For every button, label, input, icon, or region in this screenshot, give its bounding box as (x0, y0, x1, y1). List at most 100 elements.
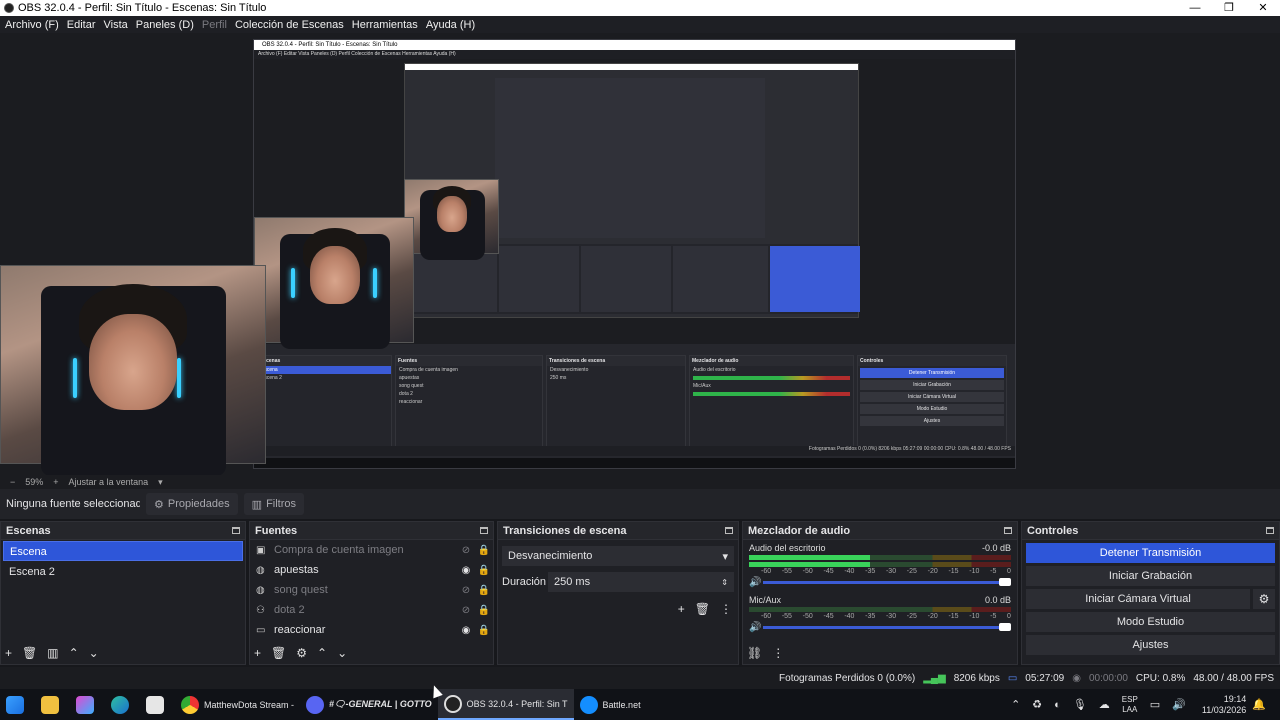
duration-spinbox[interactable]: 250 ms ⇕ (548, 572, 734, 592)
undock-icon[interactable] (232, 527, 240, 534)
slider-handle[interactable] (999, 578, 1011, 586)
start-recording-button[interactable]: Iniciar Grabación (1026, 566, 1275, 586)
filters-button[interactable]: ▥ Filtros (243, 493, 305, 515)
menu-paneles[interactable]: Paneles (D) (136, 19, 194, 31)
start-button[interactable] (0, 689, 35, 720)
stop-stream-button[interactable]: Detener Transmisión (1026, 543, 1275, 563)
gear-icon[interactable]: ⚙ (296, 646, 307, 660)
preview-canvas[interactable]: OBS 32.0.4 - Perfil: Sin Título - Escena… (0, 33, 1280, 476)
eye-icon[interactable]: ◉ (457, 565, 475, 576)
trash-icon[interactable]: 🗑 (22, 646, 37, 660)
nested-settings: Ajustes (860, 416, 1004, 426)
eye-icon[interactable]: ◉ (457, 625, 475, 636)
link-icon[interactable]: ⛓ (747, 646, 762, 660)
cloud-icon[interactable]: ☁ (1099, 698, 1110, 711)
language-indicator[interactable]: ESP LAA (1122, 695, 1138, 715)
add-icon[interactable]: + (678, 602, 685, 616)
volume-slider[interactable]: 🔊 (749, 577, 1011, 588)
source-item[interactable]: ▭ reaccionar ◉ 🔒 (250, 620, 493, 640)
source-item[interactable]: ⚇ dota 2 ⊘ 🔒 (250, 600, 493, 620)
taskbar-explorer[interactable] (35, 689, 70, 720)
volume-icon[interactable]: 🔊 (1172, 698, 1186, 711)
taskbar-copilot[interactable] (70, 689, 105, 720)
fit-to-window-dropdown[interactable]: Ajustar a la ventana (69, 477, 149, 487)
nested-scene-item: Escena (258, 366, 391, 374)
taskbar-edge[interactable] (105, 689, 140, 720)
taskbar-store[interactable] (140, 689, 175, 720)
source-item[interactable]: ◍ song quest ⊘ 🔒 (250, 580, 493, 600)
network-icon[interactable]: ▭ (1150, 698, 1160, 711)
undock-icon[interactable] (1266, 527, 1274, 534)
zoom-out-button[interactable]: − (10, 477, 15, 487)
transition-select[interactable]: Desvanecimiento ▾ (502, 546, 734, 566)
minimize-button[interactable]: — (1178, 0, 1212, 16)
game-capture-icon: ⚇ (256, 604, 265, 616)
chevron-up-icon[interactable]: ⌃ (1011, 698, 1020, 711)
volume-slider[interactable]: 🔊 (749, 622, 1011, 633)
slider-track[interactable] (763, 578, 1011, 586)
undock-icon[interactable] (480, 527, 488, 534)
scene-item[interactable]: Escena (3, 541, 243, 561)
add-icon[interactable]: + (254, 646, 261, 660)
menu-editar[interactable]: Editar (67, 19, 96, 31)
mic-icon[interactable]: 🎙 (1073, 698, 1087, 711)
virtual-camera-button[interactable]: Iniciar Cámara Virtual (1026, 589, 1250, 609)
taskbar-obs[interactable]: OBS 32.0.4 - Perfil: Sin T (437, 689, 574, 720)
menu-coleccion[interactable]: Colección de Escenas (235, 19, 344, 31)
nested-channel-desktop: Audio del escritorio (693, 367, 736, 373)
studio-mode-button[interactable]: Modo Estudio (1026, 612, 1275, 632)
scene-item[interactable]: Escena 2 (3, 562, 243, 582)
gear-icon[interactable]: ⚙ (1253, 589, 1275, 609)
speaker-icon[interactable]: 🔊 (749, 622, 763, 633)
more-icon[interactable]: ⋮ (720, 602, 732, 616)
chevron-up-icon[interactable]: ⌃ (317, 646, 327, 660)
recycle-icon[interactable]: ♻ (1032, 698, 1042, 711)
source-item[interactable]: ▣ Compra de cuenta imagen ⊘ 🔒 (250, 540, 493, 560)
lock-icon[interactable]: 🔒 (475, 605, 493, 616)
taskbar-clock[interactable]: 19:14 11/03/2026 (1202, 694, 1246, 716)
lock-icon[interactable]: 🔒 (475, 565, 493, 576)
close-button[interactable]: ✕ (1246, 0, 1280, 16)
taskbar-discord[interactable]: #🗨-GENERAL | GOTTO (300, 689, 438, 720)
trash-icon[interactable]: 🗑 (271, 646, 286, 660)
menu-vista[interactable]: Vista (104, 19, 128, 31)
lock-icon[interactable]: 🔒 (475, 625, 493, 636)
chevron-up-icon[interactable]: ⌃ (69, 646, 79, 660)
settings-button[interactable]: Ajustes (1026, 635, 1275, 655)
notification-icon[interactable]: 🔔 (1252, 698, 1266, 711)
spin-arrows-icon[interactable]: ⇕ (721, 578, 728, 587)
webcam-feed-small (404, 179, 499, 260)
speaker-icon[interactable]: 🔊 (749, 577, 763, 588)
trash-icon[interactable]: 🗑 (695, 602, 710, 616)
eye-off-icon[interactable]: ⊘ (457, 585, 475, 596)
eye-off-icon[interactable]: ⊘ (457, 545, 475, 556)
eye-off-icon[interactable]: ⊘ (457, 605, 475, 616)
channel-name: Mic/Aux (749, 595, 782, 605)
taskbar-chrome[interactable]: MatthewDota Stream - (175, 689, 300, 720)
obs-tray-icon[interactable]: ◐ (1054, 699, 1061, 711)
source-item[interactable]: ◍ apuestas ◉ 🔒 (250, 560, 493, 580)
nested-docks: Escenas Escena Escena 2 Fuentes Compra d… (254, 355, 1015, 455)
undock-icon[interactable] (1004, 527, 1012, 534)
menu-ayuda[interactable]: Ayuda (H) (426, 19, 475, 31)
chevron-down-icon[interactable]: ▾ (158, 477, 163, 488)
zoom-in-button[interactable]: + (53, 477, 58, 487)
filter-icon[interactable]: ▥ (47, 646, 58, 660)
tick-label: -60 (761, 613, 772, 620)
taskbar-battlenet[interactable]: Battle.net (574, 689, 647, 720)
menu-perfil[interactable]: Perfil (202, 19, 227, 31)
undock-icon[interactable] (725, 527, 733, 534)
properties-button[interactable]: ⚙ Propiedades (146, 493, 238, 515)
lock-icon[interactable]: 🔒 (475, 585, 493, 596)
add-icon[interactable]: + (5, 646, 12, 660)
chevron-down-icon[interactable]: ⌄ (89, 646, 99, 660)
menu-herramientas[interactable]: Herramientas (352, 19, 418, 31)
maximize-button[interactable]: ❐ (1212, 0, 1246, 16)
chevron-down-icon[interactable]: ⌄ (337, 646, 347, 660)
slider-track[interactable] (763, 623, 1011, 631)
menu-archivo[interactable]: Archivo (F) (5, 19, 59, 31)
lock-icon[interactable]: 🔒 (475, 545, 493, 556)
more-icon[interactable]: ⋮ (772, 646, 784, 660)
slider-handle[interactable] (999, 623, 1011, 631)
tick-label: -30 (885, 613, 897, 620)
